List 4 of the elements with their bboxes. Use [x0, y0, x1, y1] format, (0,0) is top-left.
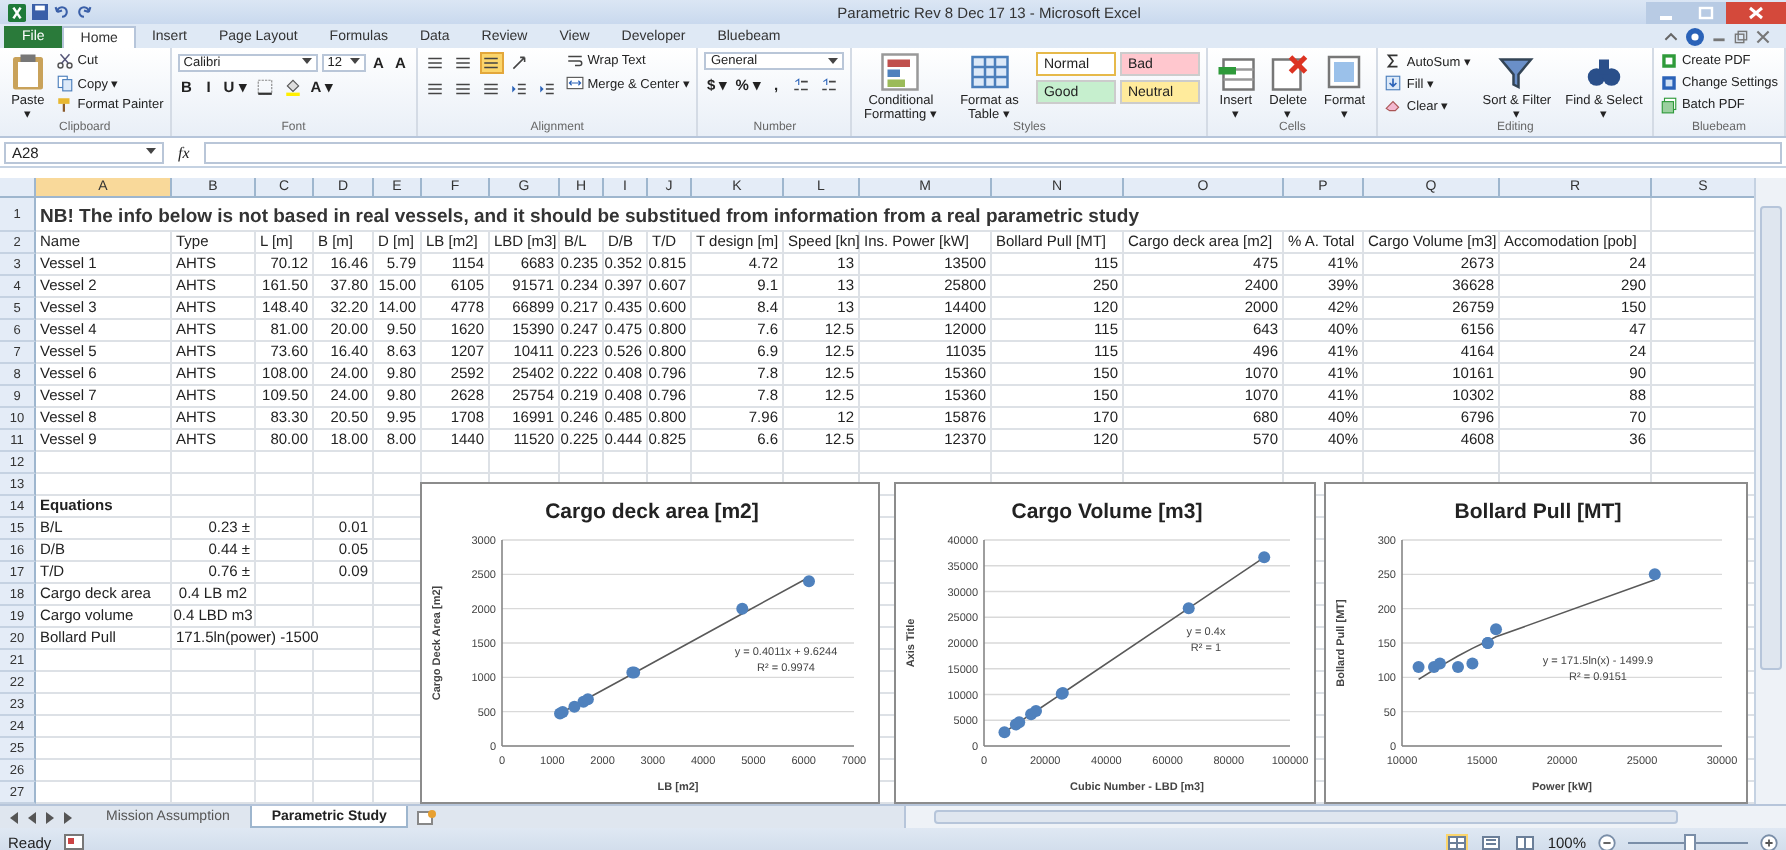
chart-title: Cargo deck area [m2] [545, 500, 759, 524]
table-cell: NB! The info below is not based in real vessels, and it should be substitued from information from a real parametric study [36, 198, 1652, 232]
chart-title: Bollard Pull [MT] [1454, 500, 1622, 524]
chart-title: Cargo Volume [m3] [1011, 500, 1203, 524]
